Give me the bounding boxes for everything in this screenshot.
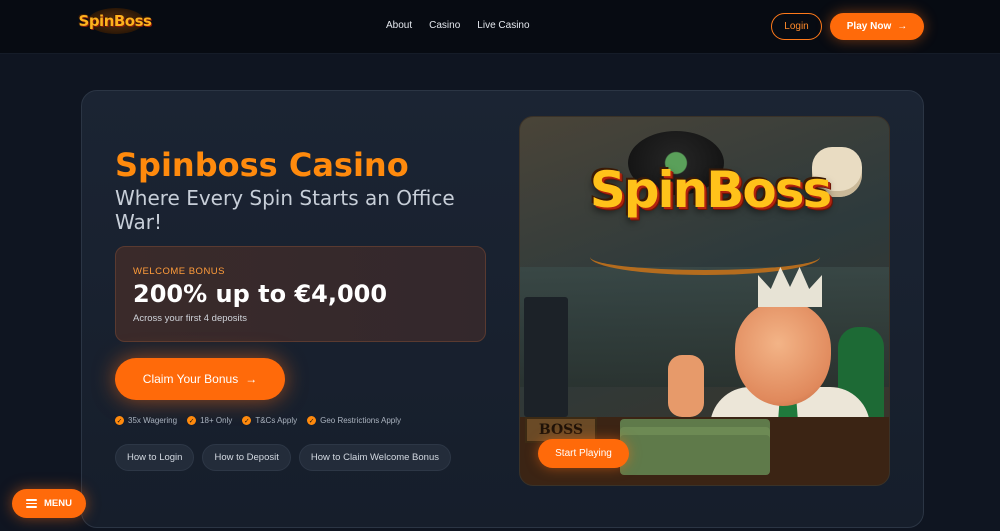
- check-icon: ✓: [242, 416, 252, 425]
- menu-button[interactable]: MENU: [12, 489, 86, 518]
- menu-label: MENU: [44, 498, 72, 509]
- bonus-label: WELCOME BONUS: [133, 266, 226, 277]
- term-item: ✓ Geo Restrictions Apply: [307, 416, 401, 425]
- how-to-deposit-link[interactable]: How to Deposit: [202, 444, 291, 471]
- bonus-note: Across your first 4 deposits: [133, 313, 248, 324]
- nav-about[interactable]: About: [386, 20, 412, 31]
- terms-list: ✓ 35x Wagering ✓ 18+ Only ✓ T&Cs Apply ✓…: [115, 416, 401, 425]
- howto-links: How to Login How to Deposit How to Claim…: [115, 444, 451, 471]
- monitor-icon: [524, 297, 568, 417]
- play-now-label: Play Now: [846, 21, 892, 32]
- check-icon: ✓: [307, 416, 317, 425]
- check-icon: ✓: [187, 416, 197, 425]
- office-background: [520, 267, 889, 387]
- term-item: ✓ T&Cs Apply: [242, 416, 297, 425]
- page-subtitle: Where Every Spin Starts an Office War!: [115, 186, 455, 234]
- nav-casino[interactable]: Casino: [429, 20, 460, 31]
- claim-bonus-button[interactable]: Claim Your Bonus →: [115, 358, 285, 400]
- money-stack: [620, 435, 770, 475]
- arrow-right-icon: →: [897, 21, 908, 32]
- claim-bonus-label: Claim Your Bonus: [142, 372, 239, 386]
- term-label: T&Cs Apply: [255, 416, 298, 425]
- term-label: 18+ Only: [200, 416, 233, 425]
- boss-head: [735, 302, 831, 406]
- arrow-right-icon: →: [245, 372, 258, 386]
- site-logo[interactable]: SpinBoss: [79, 5, 152, 37]
- main-nav: About Casino Live Casino: [386, 20, 530, 31]
- how-to-claim-bonus-link[interactable]: How to Claim Welcome Bonus: [298, 444, 451, 471]
- term-label: Geo Restrictions Apply: [320, 416, 402, 425]
- start-playing-button[interactable]: Start Playing: [538, 439, 629, 468]
- logo-text: SpinBoss: [78, 12, 152, 30]
- spinboss-logo-art: SpinBoss: [589, 161, 833, 219]
- welcome-bonus-box: WELCOME BONUS 200% up to €4,000 Across y…: [115, 246, 486, 342]
- how-to-login-link[interactable]: How to Login: [115, 444, 195, 471]
- hero-illustration: SpinBoss BOSS Start Playing: [519, 116, 890, 486]
- check-icon: ✓: [115, 416, 124, 425]
- site-header: SpinBoss About Casino Live Casino Login …: [0, 0, 1000, 54]
- thumbs-up-icon: [668, 355, 704, 417]
- term-label: 35x Wagering: [128, 416, 178, 425]
- term-item: ✓ 18+ Only: [187, 416, 232, 425]
- logo-swirl: [590, 239, 820, 275]
- hamburger-icon: [26, 499, 37, 508]
- page-title: Spinboss Casino: [115, 146, 409, 184]
- login-button[interactable]: Login: [771, 13, 822, 40]
- nav-live-casino[interactable]: Live Casino: [477, 20, 529, 31]
- play-now-button[interactable]: Play Now →: [830, 13, 924, 40]
- term-item: ✓ 35x Wagering: [115, 416, 177, 425]
- bonus-amount: 200% up to €4,000: [133, 280, 388, 308]
